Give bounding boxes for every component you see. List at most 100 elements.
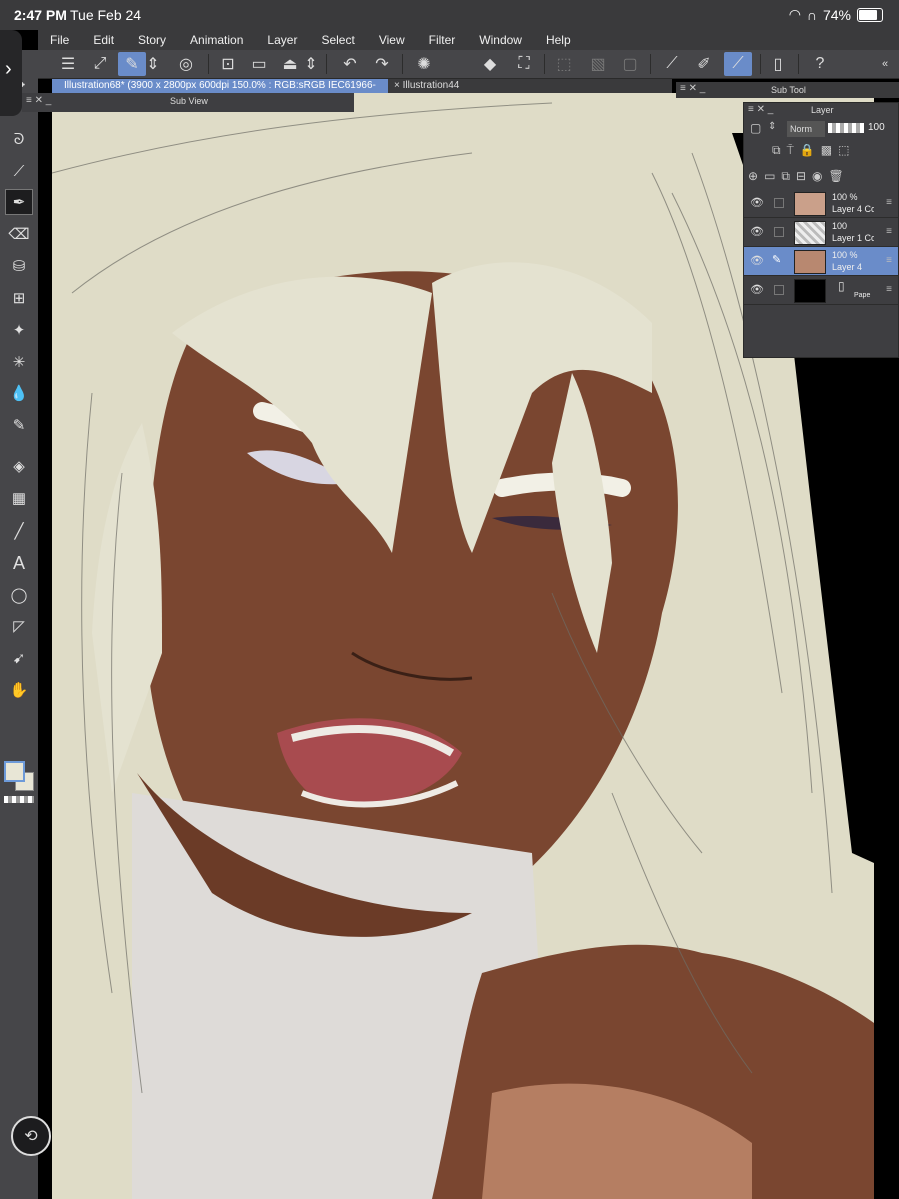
pen-icon: ✎ bbox=[772, 254, 782, 266]
menu-story[interactable]: Story bbox=[126, 30, 178, 50]
hand-icon[interactable]: ✋ bbox=[5, 677, 33, 703]
lock-transparent-icon[interactable]: ▩ bbox=[821, 143, 832, 163]
tab-illustration44[interactable]: × Illustration44 bbox=[390, 79, 459, 93]
undo-icon[interactable]: ↶ bbox=[336, 52, 364, 76]
eraser-icon[interactable]: ⌫ bbox=[5, 221, 33, 247]
stepper-icon-2[interactable]: ⇕ bbox=[304, 52, 318, 76]
subtool-controls[interactable]: ≡ ✕ _ bbox=[680, 83, 705, 94]
rotate-canvas-icon[interactable]: ⟲ bbox=[11, 1116, 51, 1156]
battery-percent: 74% bbox=[822, 6, 851, 23]
menu-help[interactable]: Help bbox=[534, 30, 583, 50]
layer-row[interactable]: 👁 100 % Layer 4 Co ≡ bbox=[744, 189, 898, 218]
delete-icon[interactable]: 🗑 bbox=[829, 169, 844, 189]
redo-icon[interactable]: ↷ bbox=[368, 52, 396, 76]
merge-icon[interactable]: ⊟ bbox=[796, 169, 806, 189]
opacity-value[interactable]: 100 bbox=[868, 122, 885, 133]
layer-menu-icon[interactable]: ≡ bbox=[886, 197, 892, 208]
layer-row[interactable]: 👁 100 Layer 1 Co ≡ bbox=[744, 218, 898, 247]
menu-view[interactable]: View bbox=[367, 30, 417, 50]
reference-icon[interactable]: ⍑ bbox=[787, 143, 794, 163]
lock-icon[interactable]: 🔒 bbox=[800, 143, 815, 163]
menu-window[interactable]: Window bbox=[467, 30, 534, 50]
menu-filter[interactable]: Filter bbox=[417, 30, 468, 50]
mesh-transform-icon[interactable]: ⊞ bbox=[5, 285, 33, 311]
layer-checkbox[interactable] bbox=[774, 285, 784, 295]
auto-select-icon[interactable]: ✳ bbox=[5, 349, 33, 375]
gradient-icon[interactable]: ▦ bbox=[5, 485, 33, 511]
blend-mode-select[interactable]: Norm bbox=[787, 121, 825, 137]
line-icon[interactable]: ╱ bbox=[5, 518, 33, 544]
selection-border-icon[interactable]: ▢ bbox=[616, 52, 644, 76]
pen-tool-icon[interactable]: ✒ bbox=[5, 189, 33, 215]
frame-icon[interactable]: ◸ bbox=[5, 613, 33, 639]
edit-mode-icon[interactable]: ✎ bbox=[118, 52, 146, 76]
eye-icon[interactable]: 👁 bbox=[750, 196, 764, 209]
layer-mask-icon[interactable]: ◉ bbox=[812, 169, 822, 189]
collapse-icon[interactable]: « bbox=[871, 52, 899, 76]
invert-selection-icon[interactable]: ▧ bbox=[584, 52, 612, 76]
fill-bucket-icon[interactable]: ◆ bbox=[476, 52, 504, 76]
sparkle-icon[interactable]: ✦ bbox=[5, 317, 33, 343]
menu-select[interactable]: Select bbox=[309, 30, 366, 50]
pen-snap-icon[interactable]: ⟋ bbox=[724, 52, 752, 76]
layer-row-selected[interactable]: 👁 ✎ 100 % Layer 4 ≡ bbox=[744, 247, 898, 276]
layer-menu-icon[interactable]: ≡ bbox=[886, 284, 892, 295]
menu-file[interactable]: File bbox=[38, 30, 81, 50]
sub-tool-panel: ≡ ✕ _ Sub Tool bbox=[676, 82, 899, 98]
object-select-icon[interactable]: ➹ bbox=[5, 645, 33, 671]
stepper-icon-3[interactable]: ⇕ bbox=[768, 121, 776, 132]
deselect-icon[interactable]: ⬚ bbox=[550, 52, 578, 76]
transparent-color-swatch[interactable] bbox=[4, 796, 34, 803]
layer-name: Layer 4 Co bbox=[832, 204, 874, 214]
blend-icon[interactable]: 💧 bbox=[5, 380, 33, 406]
new-folder-icon[interactable]: ▭ bbox=[764, 169, 775, 189]
menu-edit[interactable]: Edit bbox=[81, 30, 126, 50]
menu-animation[interactable]: Animation bbox=[178, 30, 255, 50]
new-file-icon[interactable]: ⊡ bbox=[214, 52, 242, 76]
eye-icon[interactable]: 👁 bbox=[750, 225, 764, 238]
layer-thumbnail bbox=[794, 279, 826, 303]
eye-icon[interactable]: 👁 bbox=[750, 254, 764, 267]
menu-layer[interactable]: Layer bbox=[255, 30, 309, 50]
layer-checkbox[interactable] bbox=[774, 227, 784, 237]
open-folder-icon[interactable]: ▭ bbox=[245, 52, 273, 76]
new-layer-icon[interactable]: ⊕ bbox=[748, 169, 758, 189]
pencil-icon[interactable]: ✎ bbox=[5, 412, 33, 438]
hamburger-menu-icon[interactable]: ☰ bbox=[54, 52, 82, 76]
layer-property-icon[interactable]: ▢ bbox=[750, 121, 761, 135]
sidebar-handle[interactable]: › bbox=[0, 30, 22, 116]
balloon-icon[interactable]: ◯ bbox=[5, 582, 33, 608]
fit-screen-icon[interactable]: ⤢ bbox=[86, 52, 114, 76]
layer-row[interactable]: 👁 ▯ Pape ≡ bbox=[744, 276, 898, 305]
layer-menu-icon[interactable]: ≡ bbox=[886, 255, 892, 266]
layer-panel-controls[interactable]: ≡ ✕ _ bbox=[748, 104, 773, 115]
text-icon[interactable]: A bbox=[5, 550, 33, 576]
eye-icon[interactable]: 👁 bbox=[750, 283, 764, 296]
stepper-icon[interactable]: ⇕ bbox=[146, 52, 160, 76]
layer-opacity: 100 % bbox=[832, 192, 858, 202]
transform-icon[interactable]: ⛶ bbox=[510, 52, 538, 76]
brush-snap-icon[interactable]: ✐ bbox=[690, 52, 718, 76]
mask-icon[interactable]: ⬚ bbox=[838, 143, 849, 163]
decoration-icon[interactable]: ⛁ bbox=[5, 253, 33, 279]
color-wheel-icon[interactable]: ◎ bbox=[172, 52, 200, 76]
foreground-color-swatch[interactable] bbox=[4, 761, 25, 782]
layer-options-row: ⧉ ⍑ 🔒 ▩ ⬚ bbox=[748, 143, 898, 163]
panel-controls[interactable]: ≡ ✕ _ bbox=[26, 95, 51, 106]
close-icon[interactable]: × bbox=[394, 80, 400, 91]
lasso-icon[interactable]: ᘐ bbox=[5, 126, 33, 152]
layer-checkbox[interactable] bbox=[774, 198, 784, 208]
layer-menu-icon[interactable]: ≡ bbox=[886, 226, 892, 237]
help-icon[interactable]: ? bbox=[806, 52, 834, 76]
save-icon[interactable]: ⏏ bbox=[276, 52, 304, 76]
copy-layer-icon[interactable]: ⧉ bbox=[781, 169, 790, 189]
clip-icon[interactable]: ⧉ bbox=[772, 143, 781, 163]
loading-icon[interactable]: ✺ bbox=[410, 52, 438, 76]
device-icon[interactable]: ▯ bbox=[764, 52, 792, 76]
tab-illustration68[interactable]: Illustration68* (3900 x 2800px 600dpi 15… bbox=[52, 79, 388, 105]
eyedropper-icon[interactable]: ⟋ bbox=[5, 158, 33, 184]
ruler-icon[interactable]: ⟋ bbox=[658, 52, 686, 76]
opacity-slider[interactable] bbox=[828, 123, 864, 133]
fill-icon[interactable]: ◈ bbox=[5, 453, 33, 479]
menu-bar: File Edit Story Animation Layer Select V… bbox=[38, 30, 899, 50]
